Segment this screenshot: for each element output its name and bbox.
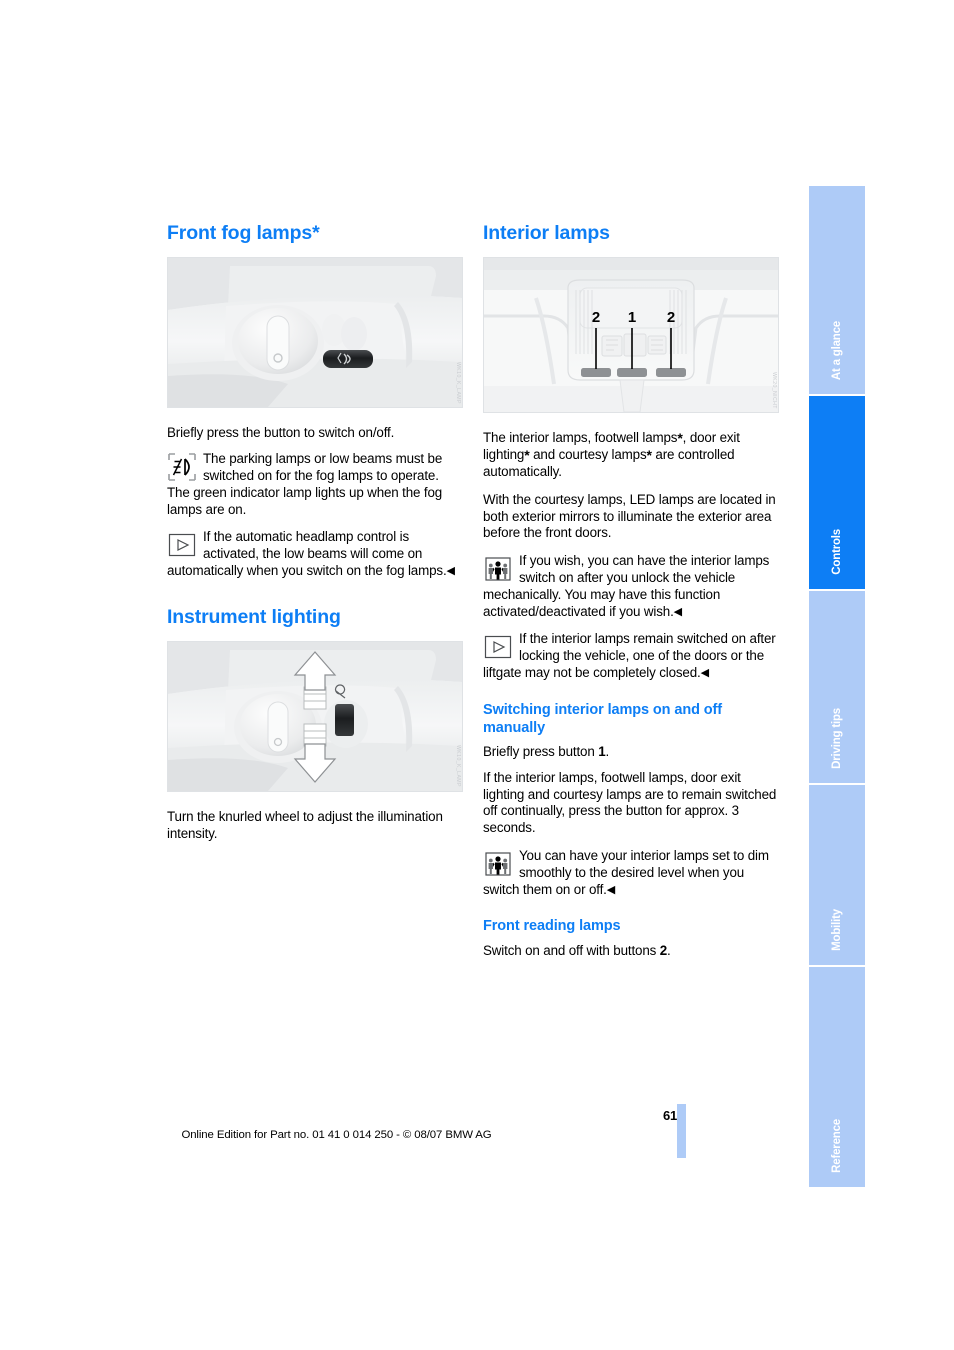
- interior-lamps-intro: The interior lamps, footwell lamps*, doo…: [483, 430, 740, 480]
- section-title-interior-lamps: Interior lamps: [483, 222, 610, 244]
- note-fog-parking-lamps-text: The parking lamps or low beams must be s…: [167, 451, 443, 517]
- reading-lamp-button-right: [656, 368, 686, 378]
- sidebar-item-label: Controls: [831, 529, 843, 575]
- page-title-front-fog-lamps: Front fog lamps*: [167, 222, 320, 244]
- front-reading-lamps-text: Switch on and off with buttons 2.: [483, 942, 671, 958]
- fog-lamp-button: [323, 350, 373, 369]
- footer-edition-line: Online Edition for Part no. 01 41 0 014 …: [181, 1129, 492, 1141]
- sidebar-item-label: Driving tips: [831, 708, 843, 769]
- end-of-note-marker: ◀: [673, 605, 683, 618]
- sidebar-item-driving-tips[interactable]: Driving tips: [809, 591, 865, 783]
- overhead-console-illustration: 2 1 2: [484, 258, 778, 413]
- chapter-tabs: At a glance Controls Driving tips Mobili…: [809, 186, 865, 1187]
- page-number: 61: [662, 1108, 677, 1123]
- service-people-icon: [483, 849, 513, 879]
- figure-watermark: WK10_K_LAMP: [455, 361, 461, 404]
- fog-lamp-switch-illustration: [168, 258, 462, 408]
- note-dim-smoothly-text: You can have your interior lamps set to …: [483, 848, 769, 897]
- note-auto-headlamp: If the automatic headlamp control is act…: [167, 529, 463, 579]
- left-column: Front fog lamps* WK10_K_LAMP Briefly pre…: [167, 222, 463, 854]
- manual-page: Front fog lamps* WK10_K_LAMP Briefly pre…: [0, 0, 954, 1350]
- svg-text:1: 1: [628, 309, 636, 326]
- end-of-note-marker: ◀: [446, 565, 455, 577]
- fog-lamp-indicator-icon: [167, 452, 197, 482]
- interior-lamps-figure: 2 1 2 WK20_NICHT: [483, 257, 779, 414]
- footer-accent-bar: [677, 1104, 686, 1158]
- note-fog-parking-lamps: The parking lamps or low beams must be s…: [167, 451, 463, 518]
- instrument-lighting-figure: WK10_K_LAMP: [167, 641, 463, 793]
- figure-watermark: WK10_K_LAMP: [455, 745, 461, 788]
- note-dim-smoothly: You can have your interior lamps set to …: [483, 848, 779, 898]
- fog-lamp-switch-figure: WK10_K_LAMP: [167, 257, 463, 409]
- svg-text:2: 2: [667, 309, 675, 326]
- sidebar-item-at-a-glance[interactable]: At a glance: [809, 186, 865, 394]
- subsection-title-front-reading-lamps: Front reading lamps: [483, 918, 621, 935]
- fog-intro-text: Briefly press the button to switch on/of…: [167, 425, 395, 441]
- note-lamps-remain-on: If the interior lamps remain switched on…: [483, 631, 779, 681]
- right-column: Interior lamps 2 1 2 WK20_NICHT The inte…: [483, 222, 779, 970]
- figure-watermark: WK20_NICHT: [771, 371, 777, 409]
- note-unlock-mechanically-text: If you wish, you can have the interior l…: [483, 553, 770, 619]
- courtesy-lamps-text: With the courtesy lamps, LED lamps are l…: [483, 491, 776, 541]
- knurled-wheel-illustration: [168, 642, 462, 792]
- triangle-tip-icon: [483, 632, 513, 662]
- button-ref-1: 1: [598, 744, 606, 760]
- interior-lamp-button-center: [617, 368, 647, 378]
- instrument-lighting-text: Turn the knurled wheel to adjust the ill…: [167, 809, 443, 842]
- service-people-icon: [483, 554, 513, 584]
- sidebar-item-label: Reference: [831, 1119, 843, 1173]
- note-auto-headlamp-text: If the automatic headlamp control is act…: [167, 529, 455, 578]
- subsection-title-switching-manually: Switching interior lamps on and off manu…: [483, 701, 722, 736]
- sidebar-item-controls[interactable]: Controls: [809, 396, 865, 589]
- briefly-press-button-text: Briefly press button 1.: [483, 744, 610, 760]
- sidebar-item-mobility[interactable]: Mobility: [809, 785, 865, 965]
- reading-lamp-button-left: [581, 368, 611, 378]
- sidebar-item-label: At a glance: [831, 320, 843, 380]
- triangle-tip-icon: [167, 530, 197, 560]
- note-unlock-mechanically: If you wish, you can have the interior l…: [483, 553, 779, 620]
- end-of-note-marker: ◀: [606, 883, 616, 896]
- note-lamps-remain-on-text: If the interior lamps remain switched on…: [483, 631, 776, 680]
- switch-off-continually-text: If the interior lamps, footwell lamps, d…: [483, 769, 777, 836]
- section-title-instrument-lighting: Instrument lighting: [167, 605, 341, 628]
- sidebar-item-label: Mobility: [831, 909, 843, 951]
- button-ref-2: 2: [659, 942, 668, 958]
- end-of-note-marker: ◀: [700, 666, 710, 679]
- sidebar-item-reference[interactable]: Reference: [809, 967, 865, 1187]
- svg-text:2: 2: [592, 309, 600, 326]
